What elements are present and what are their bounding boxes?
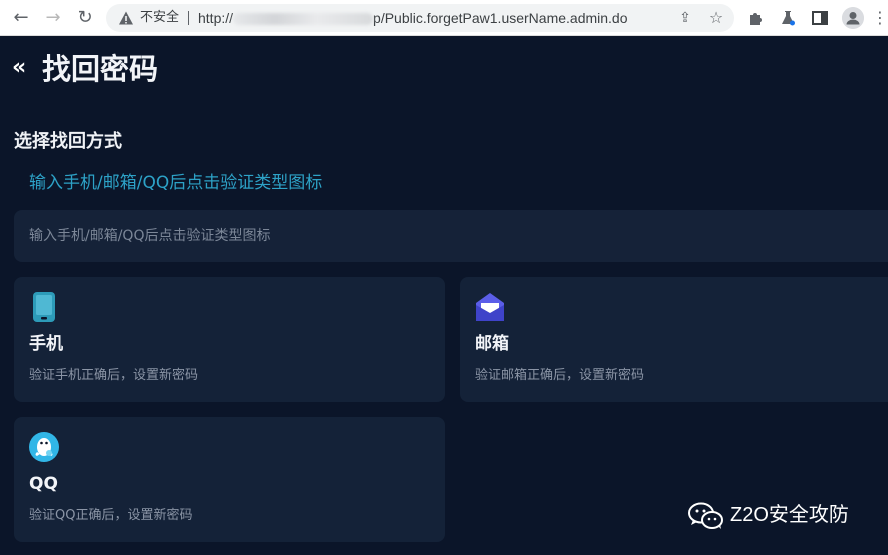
envelope-icon[interactable]	[475, 291, 505, 323]
method-desc: 验证手机正确后，设置新密码	[29, 368, 199, 383]
method-card-phone[interactable]: 手机 验证手机正确后，设置新密码	[14, 277, 445, 402]
watermark-text: Z2O安全攻防	[730, 504, 849, 526]
url-prefix: http://	[198, 10, 234, 26]
address-bar[interactable]: 不安全 http:// p/Public.forgetPaw1.userName.…	[106, 4, 734, 32]
url-text[interactable]: http:// p/Public.forgetPaw1.userName.admi…	[198, 9, 628, 27]
qq-penguin-icon[interactable]	[29, 431, 59, 463]
page-title: 找回密码	[42, 52, 159, 86]
forget-password-page: « 找回密码 选择找回方式 输入手机/邮箱/QQ后点击验证类型图标 手机 验证手…	[0, 37, 888, 555]
reload-icon[interactable]: ↻	[74, 7, 96, 29]
insecure-label[interactable]: 不安全	[140, 9, 179, 27]
url-suffix: p/Public.forgetPaw1.userName.admin.do	[373, 10, 628, 26]
side-panel-icon[interactable]	[810, 8, 830, 28]
hint-link[interactable]: 输入手机/邮箱/QQ后点击验证类型图标	[29, 171, 322, 195]
labs-flask-icon[interactable]	[778, 8, 798, 28]
profile-avatar-icon[interactable]	[842, 7, 864, 29]
more-menu-icon[interactable]: ⋮	[870, 8, 888, 28]
account-input[interactable]	[14, 210, 888, 262]
method-label: 手机	[29, 334, 63, 354]
method-label: 邮箱	[475, 334, 509, 354]
browser-toolbar: ← → ↻ 不安全 http:// p/Public.forgetPaw1.use…	[0, 0, 888, 36]
method-card-email[interactable]: 邮箱 验证邮箱正确后，设置新密码	[460, 277, 888, 402]
phone-icon[interactable]	[29, 291, 59, 323]
bookmark-star-icon[interactable]: ☆	[706, 8, 726, 28]
share-icon[interactable]: ⇪	[676, 9, 694, 27]
url-redacted-blur	[233, 13, 374, 26]
address-divider	[188, 11, 189, 25]
back-chevron-icon[interactable]: «	[12, 55, 30, 81]
method-desc: 验证邮箱正确后，设置新密码	[475, 368, 645, 383]
method-label: QQ	[29, 474, 58, 494]
method-desc: 验证QQ正确后，设置新密码	[29, 508, 193, 523]
section-title: 选择找回方式	[14, 131, 122, 152]
forward-arrow-icon[interactable]: →	[42, 7, 64, 29]
warning-icon[interactable]	[118, 10, 134, 26]
wechat-icon	[688, 502, 723, 529]
back-arrow-icon[interactable]: ←	[10, 7, 32, 29]
extensions-puzzle-icon[interactable]	[746, 8, 766, 28]
method-card-qq[interactable]: QQ 验证QQ正确后，设置新密码	[14, 417, 445, 542]
